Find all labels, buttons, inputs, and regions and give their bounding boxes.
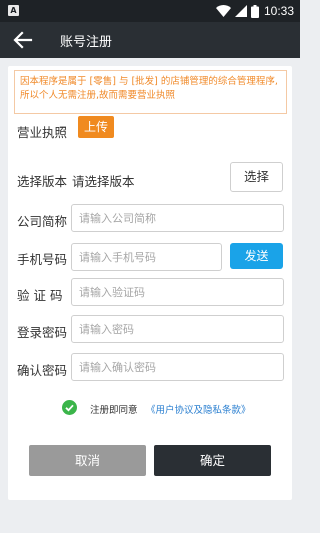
- agreement-text: 注册即同意: [90, 405, 138, 416]
- registration-card: 因本程序是属于 [零售] 与 [批发] 的店铺管理的综合管理程序,所以个人无需注…: [8, 66, 292, 500]
- agreement-link[interactable]: 《用户协议及隐私条款》: [146, 402, 251, 416]
- license-label: 营业执照: [17, 125, 68, 140]
- verification-code-input[interactable]: [71, 278, 284, 306]
- back-arrow-icon: [13, 31, 33, 49]
- confirm-password-input[interactable]: [71, 353, 284, 381]
- confirm-password-label: 确认密码: [17, 363, 68, 378]
- page-title: 账号注册: [60, 35, 113, 50]
- check-circle-icon: [62, 400, 77, 415]
- upload-license-button[interactable]: 上传: [78, 116, 114, 138]
- code-label: 验 证 码: [17, 288, 63, 303]
- status-icons: 10:33: [212, 3, 294, 19]
- version-value: 请选择版本: [72, 174, 135, 189]
- version-label: 选择版本: [17, 174, 68, 189]
- notice-box: 因本程序是属于 [零售] 与 [批发] 的店铺管理的综合管理程序,所以个人无需注…: [14, 70, 287, 114]
- send-code-button[interactable]: 发送: [230, 243, 283, 269]
- company-input[interactable]: [71, 204, 284, 232]
- select-version-button[interactable]: 选择: [230, 162, 283, 192]
- confirm-button[interactable]: 确定: [154, 445, 271, 476]
- company-label: 公司简称: [17, 214, 68, 229]
- cancel-button[interactable]: 取消: [29, 445, 146, 476]
- status-bar: A 10:33: [0, 0, 300, 22]
- password-input[interactable]: [71, 315, 284, 343]
- app-bar: 账号注册: [0, 22, 300, 58]
- signal-icon: [234, 5, 247, 17]
- phone-label: 手机号码: [17, 252, 68, 267]
- agreement-checkbox[interactable]: [62, 400, 77, 415]
- wifi-icon: [215, 5, 231, 17]
- battery-icon: [250, 4, 259, 18]
- phone-input[interactable]: [71, 243, 222, 271]
- password-label: 登录密码: [17, 325, 68, 340]
- app-notification-icon: A: [8, 5, 19, 16]
- status-time: 10:33: [263, 4, 294, 18]
- back-button[interactable]: [12, 30, 34, 50]
